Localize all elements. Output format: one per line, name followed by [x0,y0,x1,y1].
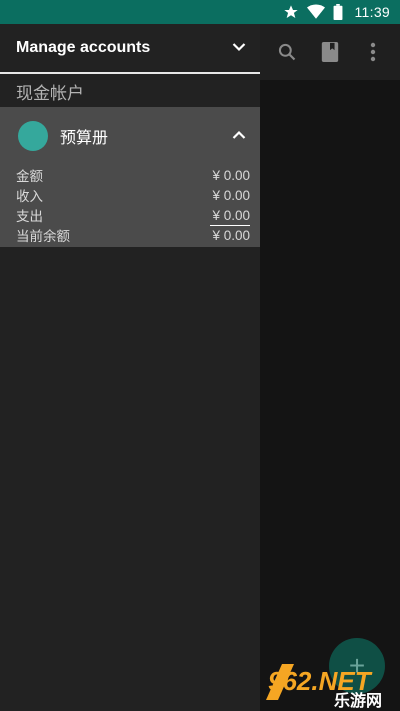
stat-value: ¥ 0.00 [212,227,250,243]
account-row[interactable]: 预算册 [0,107,260,165]
account-card[interactable]: 预算册 金额 ¥ 0.00 收入 ¥ 0.00 支出 ¥ 0.00 当前余额 ¥… [0,107,260,247]
stat-row-expense: 支出 ¥ 0.00 [16,205,250,226]
section-title-cash-accounts: 现金帐户 [16,83,84,103]
plus-icon: + [348,650,366,681]
stat-value: ¥ 0.00 [212,167,250,183]
bookmark-book-icon[interactable] [310,32,350,72]
account-name: 预算册 [60,130,109,147]
chevron-up-icon[interactable] [232,127,246,145]
status-time: 11:39 [354,4,390,20]
manage-accounts-title: Manage accounts [16,39,151,56]
stat-row-current-balance: 当前余额 ¥ 0.00 [16,225,250,245]
stat-value: ¥ 0.00 [212,187,250,203]
stat-label: 收入 [16,189,43,204]
status-bar: 11:39 [0,0,400,24]
account-color-dot [18,121,48,151]
stat-label: 支出 [16,209,43,224]
wifi-icon [306,4,325,20]
more-vert-icon[interactable] [353,32,393,72]
navigation-drawer: Manage accounts 现金帐户 预算册 金额 ¥ 0.00 收入 ¥ … [0,24,260,711]
app-toolbar [260,24,400,80]
stat-label: 金额 [16,169,43,184]
stat-value: ¥ 0.00 [210,207,250,226]
stat-row-income: 收入 ¥ 0.00 [16,185,250,205]
search-icon[interactable] [267,32,307,72]
stat-row-amount: 金额 ¥ 0.00 [16,165,250,185]
account-stats: 金额 ¥ 0.00 收入 ¥ 0.00 支出 ¥ 0.00 当前余额 ¥ 0.0… [0,165,260,245]
add-fab-button[interactable]: + [329,638,385,694]
star-icon [283,4,299,20]
chevron-down-icon[interactable] [232,39,246,57]
battery-icon [333,4,343,20]
stat-label: 当前余额 [16,229,70,244]
drawer-header[interactable]: Manage accounts [0,24,260,74]
